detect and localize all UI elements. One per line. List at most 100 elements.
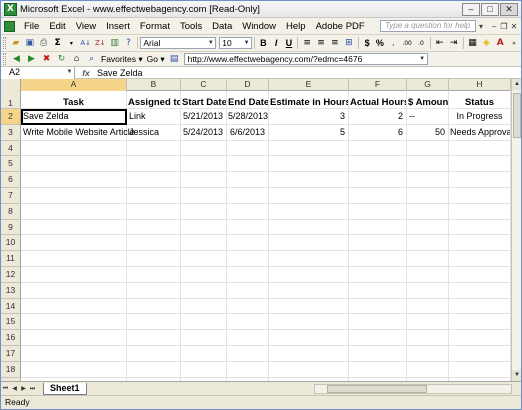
row-header-2[interactable]: 2 [1,109,21,125]
header-cell[interactable]: End Date [227,91,269,109]
vertical-scrollbar[interactable]: ▲ ▼ [511,79,521,381]
scroll-up-icon[interactable]: ▲ [512,79,521,90]
horizontal-scrollbar[interactable] [314,384,512,394]
column-header-d[interactable]: D [227,79,269,91]
autosum-icon[interactable]: Σ [53,38,63,49]
align-center-icon[interactable]: ≡ [316,38,326,49]
currency-button[interactable]: $ [362,37,373,49]
empty-cell[interactable] [449,282,511,299]
header-cell[interactable]: Estimate in Hours [269,91,349,109]
table-cell[interactable]: 5/21/2013 [181,109,227,125]
empty-cell[interactable] [349,314,407,331]
empty-cell[interactable] [127,346,181,362]
empty-cell[interactable] [407,219,449,236]
empty-cell[interactable] [407,188,449,204]
header-cell[interactable]: Task [21,91,127,109]
print-icon[interactable]: ⎙ [39,38,49,49]
forward-icon[interactable]: ▶ [26,54,37,65]
menu-format[interactable]: Format [135,21,175,32]
empty-cell[interactable] [227,330,269,346]
empty-cell[interactable] [127,361,181,378]
empty-cell[interactable] [349,219,407,236]
maximize-button[interactable]: □ [481,2,499,16]
sheet-tab-sheet1[interactable]: Sheet1 [43,382,87,395]
prev-sheet-icon[interactable]: ◀ [10,385,19,392]
empty-cell[interactable] [349,172,407,188]
fill-color-icon[interactable]: ◈ [481,38,491,49]
italic-button[interactable]: I [271,37,282,49]
empty-cell[interactable] [349,298,407,315]
empty-cell[interactable] [127,298,181,315]
empty-cell[interactable] [21,219,127,236]
empty-cell[interactable] [407,298,449,315]
menu-adobe-pdf[interactable]: Adobe PDF [311,21,370,32]
empty-cell[interactable] [449,140,511,157]
row-header-8[interactable]: 8 [1,203,21,220]
empty-cell[interactable] [349,267,407,283]
row-header-9[interactable]: 9 [1,219,21,236]
empty-cell[interactable] [349,235,407,252]
empty-cell[interactable] [449,346,511,362]
menu-window[interactable]: Window [237,21,281,32]
empty-cell[interactable] [127,188,181,204]
toolbar-grip[interactable] [3,37,6,49]
row-header-13[interactable]: 13 [1,282,21,299]
header-cell[interactable]: Actual Hours [349,91,407,109]
last-sheet-icon[interactable]: ⏭ [28,385,37,393]
empty-cell[interactable] [449,298,511,315]
sort-descending-icon[interactable]: Z↓ [95,38,106,49]
table-cell[interactable]: 2 [349,109,407,125]
empty-cell[interactable] [407,282,449,299]
empty-cell[interactable] [181,267,227,283]
empty-cell[interactable] [227,172,269,188]
table-cell[interactable]: Jessica [127,124,181,141]
empty-cell[interactable] [349,361,407,378]
font-name-select[interactable]: Arial ▼ [140,37,217,49]
empty-cell[interactable] [269,172,349,188]
minimize-button[interactable]: – [462,2,480,16]
row-header-4[interactable]: 4 [1,140,21,157]
excel-app-icon[interactable]: X [4,2,17,16]
row-header-11[interactable]: 11 [1,251,21,267]
empty-cell[interactable] [181,156,227,173]
show-web-toolbar-icon[interactable]: ▤ [169,54,180,65]
decrease-indent-icon[interactable]: ⇤ [435,38,445,49]
empty-cell[interactable] [227,235,269,252]
empty-cell[interactable] [407,156,449,173]
empty-cell[interactable] [269,235,349,252]
empty-cell[interactable] [181,251,227,267]
empty-cell[interactable] [449,188,511,204]
doc-minimize-button[interactable]: – [490,22,498,31]
row-header-16[interactable]: 16 [1,330,21,346]
empty-cell[interactable] [449,203,511,220]
row-header-18[interactable]: 18 [1,361,21,378]
underline-button[interactable]: U [284,37,295,49]
borders-icon[interactable]: ▦ [468,38,478,49]
empty-cell[interactable] [227,282,269,299]
doc-close-button[interactable]: ✕ [510,22,518,31]
menu-data[interactable]: Data [207,21,237,32]
empty-cell[interactable] [349,140,407,157]
empty-cell[interactable] [407,235,449,252]
menu-view[interactable]: View [71,21,101,32]
name-box-dropdown-icon[interactable]: ▼ [65,67,74,77]
empty-cell[interactable] [127,172,181,188]
row-header-14[interactable]: 14 [1,298,21,315]
empty-cell[interactable] [181,219,227,236]
stop-icon[interactable]: ✖ [41,54,52,65]
row-header-3[interactable]: 3 [1,124,21,141]
size-dropdown-icon[interactable]: ▼ [242,38,251,48]
empty-cell[interactable] [407,361,449,378]
empty-cell[interactable] [21,314,127,331]
empty-cell[interactable] [449,361,511,378]
empty-cell[interactable] [127,314,181,331]
empty-cell[interactable] [127,235,181,252]
percent-button[interactable]: % [374,37,385,49]
column-header-e[interactable]: E [269,79,349,91]
font-color-icon[interactable]: A [495,38,505,49]
workbook-icon[interactable] [4,20,15,32]
table-cell[interactable]: 5/24/2013 [181,124,227,141]
table-cell[interactable]: Needs Approval [449,124,511,141]
active-cell-a2[interactable]: Save Zelda [21,109,127,125]
empty-cell[interactable] [269,251,349,267]
